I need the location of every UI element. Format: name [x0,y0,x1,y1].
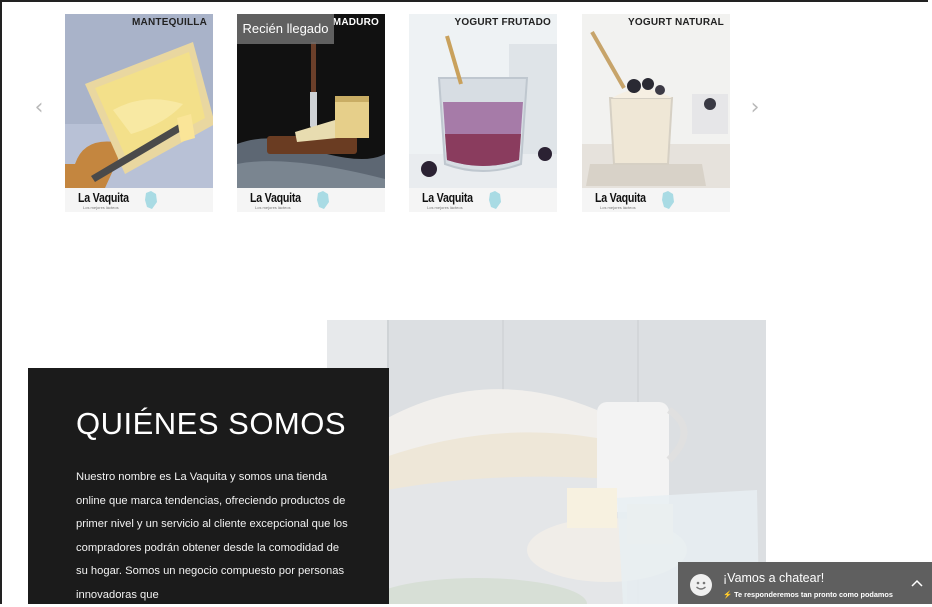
carousel-next-icon[interactable]: › [747,96,763,120]
brand-strip: La Vaquita Los mejores lácteos [582,188,730,212]
product-title: MANTEQUILLA [132,17,207,28]
brand-name: La Vaquita [595,190,646,205]
product-card-yogurt-frutado[interactable]: YOGURT FRUTADO La Vaquita Los mejores lá… [409,14,557,212]
chat-title: ¡Vamos a chatear! [723,571,825,585]
new-arrival-badge: Recién llegado [237,14,334,44]
product-card-yogurt-natural[interactable]: YOGURT NATURAL La Vaquita Los mejores lá… [582,14,730,212]
product-title: MADURO [332,17,379,28]
cow-logo-icon [489,191,501,209]
carousel-prev-icon[interactable]: ‹ [31,96,47,120]
about-card: QUIÉNES SOMOS Nuestro nombre es La Vaqui… [28,368,389,604]
cow-logo-icon [662,191,674,209]
product-card-mantequilla[interactable]: MANTEQUILLA La Vaquita Los mejores lácte… [65,14,213,212]
about-heading: QUIÉNES SOMOS [76,406,347,441]
brand-strip: La Vaquita Los mejores lácteos [409,188,557,212]
brand-name: La Vaquita [250,190,301,205]
brand-tagline: Los mejores lácteos [600,205,636,210]
chat-subtitle: ⚡ Te responderemos tan pronto como podam… [723,590,893,599]
brand-tagline: Los mejores lácteos [255,205,291,210]
brand-name: La Vaquita [422,190,473,205]
brand-name: La Vaquita [78,190,129,205]
product-image-yogurt-frutado [409,14,557,188]
chevron-up-icon[interactable] [911,578,923,588]
chat-subtitle-text: Te responderemos tan pronto como podamos [734,590,893,599]
brand-tagline: Los mejores lácteos [427,205,463,210]
chat-widget[interactable]: ¡Vamos a chatear! ⚡ Te responderemos tan… [678,562,932,604]
chat-avatar-icon [690,574,712,596]
product-image-mantequilla [65,14,213,188]
product-title: YOGURT FRUTADO [454,17,551,28]
brand-strip: La Vaquita Los mejores lácteos [65,188,213,212]
product-image-yogurt-natural [582,14,730,188]
page-edge [928,0,932,604]
brand-tagline: Los mejores lácteos [83,205,119,210]
lightning-icon: ⚡ [723,590,733,599]
cow-logo-icon [145,191,157,209]
product-title: YOGURT NATURAL [628,17,724,28]
brand-strip: La Vaquita Los mejores lácteos [237,188,385,212]
cow-logo-icon [317,191,329,209]
about-body: Nuestro nombre es La Vaquita y somos una… [76,471,348,601]
